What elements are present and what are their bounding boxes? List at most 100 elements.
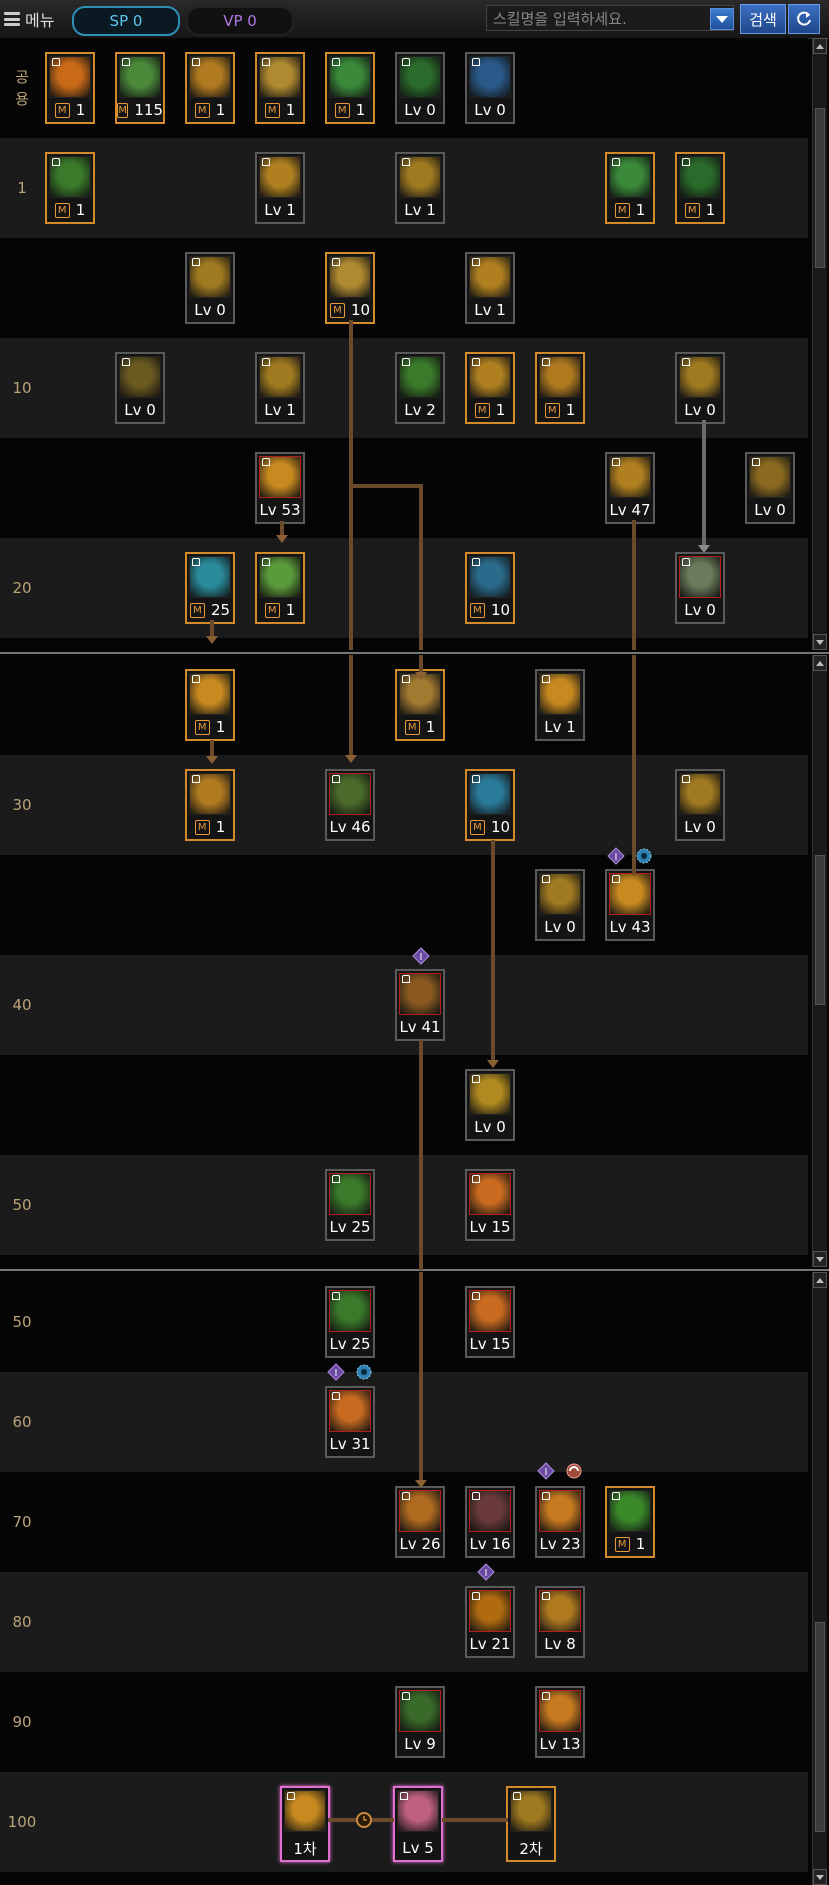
skill-slot[interactable]: Lv 8 — [535, 1586, 585, 1658]
skill-level-text: Lv 0 — [124, 401, 156, 419]
skill-slot[interactable]: M1 — [605, 1486, 655, 1558]
skill-level-label: Lv 15 — [467, 1333, 513, 1355]
skill-slot[interactable]: Lv 1 — [465, 252, 515, 324]
skill-slot[interactable]: M1 — [185, 769, 235, 841]
vertical-scrollbar[interactable] — [812, 38, 827, 650]
skill-slot[interactable]: Lv 0 — [465, 1069, 515, 1141]
search-button[interactable]: 검색 — [740, 4, 786, 34]
skill-search-input[interactable]: 스킬명을 입력하세요. — [486, 5, 734, 31]
skill-slot[interactable]: M 115 — [115, 52, 165, 124]
skill-level-label: Lv 0 — [747, 499, 793, 521]
skill-level-label: Lv 25 — [327, 1333, 373, 1355]
skill-row — [0, 1372, 808, 1472]
skill-slot[interactable]: Lv 15 — [465, 1286, 515, 1358]
refresh-button[interactable] — [788, 4, 820, 34]
lock-icon — [472, 358, 480, 366]
menu-button[interactable]: 메뉴 — [4, 6, 66, 32]
skill-slot[interactable]: M1 — [45, 52, 95, 124]
skill-slot[interactable]: M1 — [605, 152, 655, 224]
skill-slot[interactable]: M1 — [185, 669, 235, 741]
skill-slot[interactable]: Lv 0 — [675, 352, 725, 424]
skill-level-text: 1 — [215, 818, 226, 836]
skill-icon — [329, 1290, 371, 1332]
arrow-down-icon — [698, 545, 710, 553]
skill-slot[interactable]: Lv 0 — [675, 552, 725, 624]
skill-slot[interactable]: Lv 26 — [395, 1486, 445, 1558]
skill-level-label: M1 — [677, 199, 723, 221]
skill-slot[interactable]: Lv 5 — [393, 1786, 443, 1862]
skill-slot[interactable]: Lv 0 — [185, 252, 235, 324]
skill-slot[interactable]: Lv 1 — [395, 152, 445, 224]
skill-level-text: 1 — [215, 718, 226, 736]
scroll-up-button[interactable] — [813, 655, 827, 671]
lock-icon — [332, 58, 340, 66]
skill-slot[interactable]: Lv 0 — [535, 869, 585, 941]
skill-slot[interactable]: M1 — [465, 352, 515, 424]
skill-slot[interactable]: M1 — [675, 152, 725, 224]
search-dropdown-button[interactable] — [710, 8, 734, 30]
skill-level-text: 10 — [490, 601, 511, 619]
scroll-thumb[interactable] — [815, 855, 825, 1005]
skill-slot[interactable]: Lv 0 — [465, 52, 515, 124]
skill-level-text: Lv 16 — [469, 1535, 511, 1553]
skill-slot[interactable]: Lv 23 — [535, 1486, 585, 1558]
lock-icon — [402, 1692, 410, 1700]
skill-slot[interactable]: Lv 46 — [325, 769, 375, 841]
vertical-scrollbar[interactable] — [812, 1272, 827, 1885]
skill-slot[interactable]: M1 — [185, 52, 235, 124]
skill-slot[interactable]: Lv 25 — [325, 1286, 375, 1358]
skill-slot[interactable]: M 10 — [325, 252, 375, 324]
skill-slot[interactable]: Lv 9 — [395, 1686, 445, 1758]
lock-icon — [402, 58, 410, 66]
skill-slot[interactable]: Lv 13 — [535, 1686, 585, 1758]
skill-level-text: 1 — [75, 101, 86, 119]
skill-slot[interactable]: Lv 47 — [605, 452, 655, 524]
skill-slot[interactable]: Lv 15 — [465, 1169, 515, 1241]
skill-slot[interactable]: Lv 53 — [255, 452, 305, 524]
skill-slot[interactable]: Lv 1 — [255, 152, 305, 224]
scroll-up-button[interactable] — [813, 1272, 827, 1288]
skill-slot[interactable]: Lv 0 — [675, 769, 725, 841]
scroll-thumb[interactable] — [815, 108, 825, 268]
arrow-down-icon — [276, 535, 288, 543]
skill-slot[interactable]: Lv 1 — [535, 669, 585, 741]
row-level-label: 10 — [12, 379, 32, 397]
skill-slot[interactable]: M1 — [255, 552, 305, 624]
skill-slot[interactable]: 1차 — [280, 1786, 330, 1862]
scroll-down-button[interactable] — [813, 1869, 827, 1885]
skill-connector — [349, 484, 421, 488]
skill-slot[interactable]: M 25 — [185, 552, 235, 624]
scroll-thumb[interactable] — [815, 1622, 825, 1832]
skill-slot[interactable]: 2차 — [506, 1786, 556, 1862]
skill-slot[interactable]: Lv 0 — [395, 52, 445, 124]
skill-slot[interactable]: Lv 31 — [325, 1386, 375, 1458]
skill-slot[interactable]: Lv 0 — [115, 352, 165, 424]
skill-level-label: Lv 41 — [397, 1016, 443, 1038]
skill-slot[interactable]: M 10 — [465, 552, 515, 624]
skill-slot[interactable]: M1 — [535, 352, 585, 424]
skill-slot[interactable]: Lv 43 — [605, 869, 655, 941]
skill-slot[interactable]: Lv 2 — [395, 352, 445, 424]
mastery-icon: M — [684, 202, 700, 218]
skill-slot[interactable]: M 10 — [465, 769, 515, 841]
skill-slot[interactable]: Lv 21 — [465, 1586, 515, 1658]
scroll-down-button[interactable] — [813, 1251, 827, 1267]
skill-icon — [399, 1490, 441, 1532]
skill-slot[interactable]: Lv 0 — [745, 452, 795, 524]
skill-slot[interactable]: Lv 25 — [325, 1169, 375, 1241]
scroll-down-button[interactable] — [813, 634, 827, 650]
skill-slot[interactable]: M1 — [325, 52, 375, 124]
skill-level-text: Lv 15 — [469, 1218, 511, 1236]
lock-icon — [612, 158, 620, 166]
vertical-scrollbar[interactable] — [812, 655, 827, 1267]
lock-icon — [287, 1792, 295, 1800]
skill-slot[interactable]: M1 — [45, 152, 95, 224]
skill-slot[interactable]: Lv 41 — [395, 969, 445, 1041]
skill-slot[interactable]: Lv 16 — [465, 1486, 515, 1558]
skill-slot[interactable]: Lv 1 — [255, 352, 305, 424]
scroll-up-button[interactable] — [813, 38, 827, 54]
skill-slot[interactable]: M1 — [255, 52, 305, 124]
row-level-label: 70 — [12, 1513, 32, 1531]
skill-connector — [349, 655, 353, 755]
lock-icon — [192, 258, 200, 266]
